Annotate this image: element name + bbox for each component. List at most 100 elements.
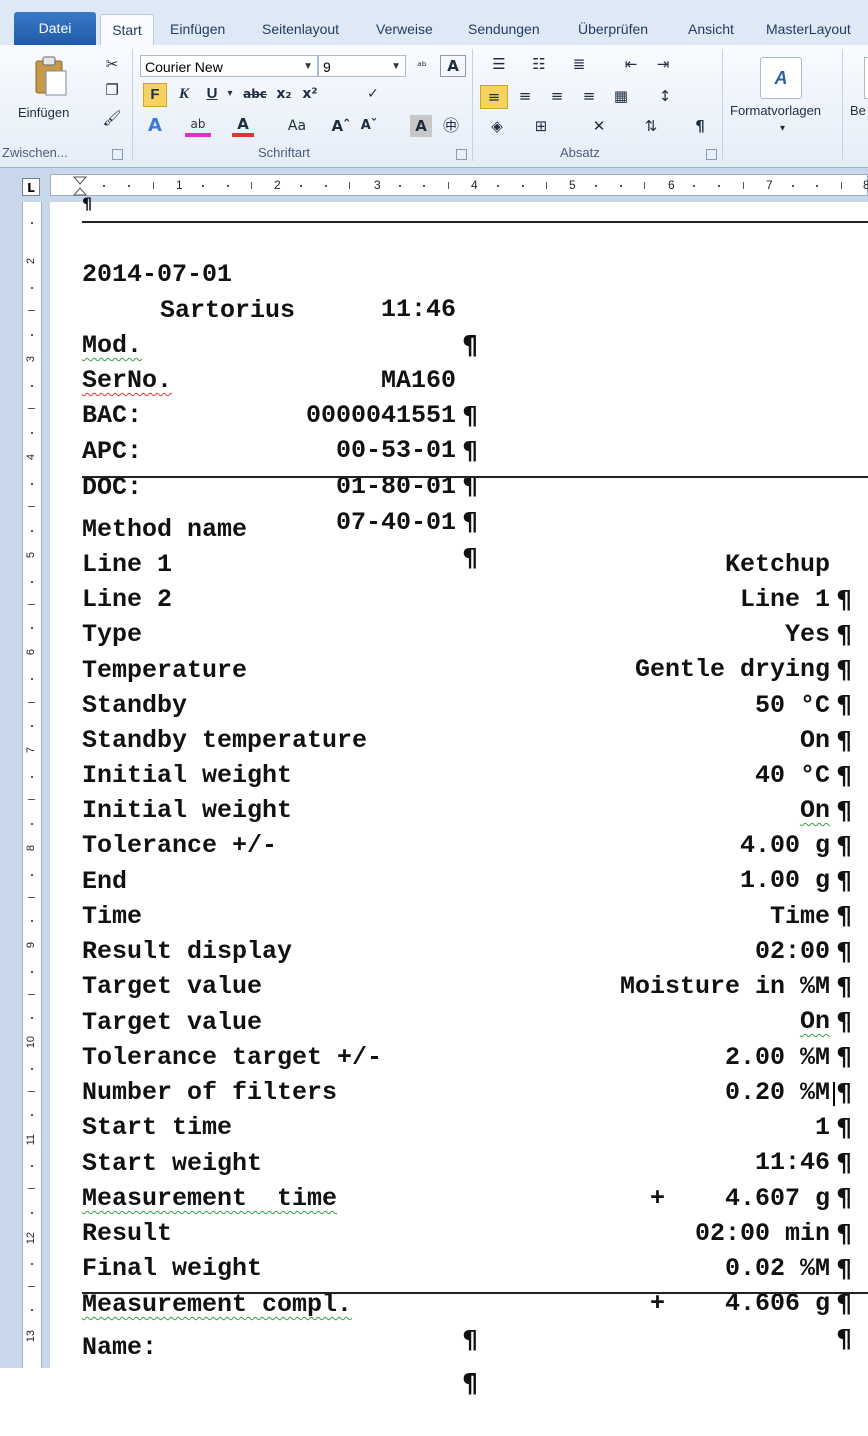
ruler-dot [325,185,327,187]
spellcheck-icon[interactable]: ✓ [360,83,386,105]
ruler-dot [31,1068,33,1070]
ruler-dot [31,823,33,825]
styles-icon[interactable]: A [760,57,802,99]
ruler-tick [841,182,842,189]
ruler-dot [31,1263,33,1265]
ruler-tick [28,506,35,507]
left-margin-strip [0,202,22,1368]
numbering-icon[interactable]: ☷ [526,53,552,75]
font-launcher-icon[interactable] [456,149,467,160]
shrink-font-button[interactable]: Aˇ [358,115,380,137]
method-row: Target value 2.00 %M ¶ [82,970,852,1107]
ruler-dot [522,185,524,187]
separator [472,49,473,161]
distributed-icon[interactable]: ▦ [608,85,634,107]
method-value: 0.02 %M [724,1254,830,1283]
font-name-combo[interactable]: Courier New ▼ [140,55,318,77]
bold-button[interactable]: F [143,83,167,107]
paragraph-mark: ¶ [836,1324,852,1353]
increase-indent-icon[interactable]: ⇥ [650,53,676,75]
tab-datei[interactable]: Datei [14,12,96,45]
paragraph-mark: ¶ [82,194,93,213]
ruler-tick [28,604,35,605]
tab-verweise[interactable]: Verweise [376,14,433,45]
styles-button[interactable]: Formatvorlagen [730,103,821,118]
font-color-icon[interactable]: A [232,115,254,137]
edit-button[interactable]: Be [850,103,866,118]
method-row: Temperature 50 °C ¶ [82,618,852,755]
method-row: Time 02:00 ¶ [82,864,852,1001]
multilevel-list-icon[interactable]: ≣ [566,53,592,75]
paragraph-launcher-icon[interactable] [706,149,717,160]
ruler-dot [595,185,597,187]
grow-font-icon[interactable]: ᵃᵇ [410,55,434,77]
line-spacing-icon[interactable]: ↕ [652,85,678,107]
paste-button[interactable] [30,53,70,97]
chevron-down-icon[interactable]: ▾ [224,83,236,105]
align-left-icon[interactable]: ≡ [480,85,508,109]
copy-icon[interactable]: ❐ [100,79,124,101]
show-formatting-button[interactable]: ¶ [690,115,710,137]
format-painter-icon[interactable]: 🖌 [100,107,124,129]
edit-icon[interactable] [864,57,868,99]
separator [132,49,133,161]
method-row: Start weight + 4.607 g ¶ [82,1111,852,1248]
align-right-icon[interactable]: ≡ [544,85,570,107]
strikethrough-button[interactable]: abc [240,83,270,105]
tab-sendungen[interactable]: Sendungen [468,14,540,45]
method-row: Final weight + 4.606 g ¶ [82,1216,852,1353]
clear-format-icon[interactable]: A [440,55,466,77]
separator [722,49,723,161]
method-row: Line 1 Line 1 ¶ [82,512,852,649]
ruler-dot [399,185,401,187]
ruler-tick [349,182,350,189]
empty-line: ¶ [82,1331,478,1398]
align-center-icon[interactable]: ≡ [512,85,538,107]
char-shading-icon[interactable]: A [410,115,432,137]
ruler-dot [31,1114,33,1116]
ruler-number: 1 [176,178,183,192]
ruler-number: 5 [569,178,576,192]
sort-icon[interactable]: ⇅ [638,115,664,137]
document-page[interactable]: ¶ 2014-07-01 11:46 ¶ Sartorius ¶ Mod. MA… [50,194,868,1398]
header-row: Mod. MA160 ¶ [82,293,478,430]
horizontal-ruler[interactable]: 1 2 3 4 5 6 7 8 [50,174,868,196]
borders-icon[interactable]: ⊞ [528,115,554,137]
tab-start[interactable]: Start [100,14,154,46]
bullets-icon[interactable]: ☰ [486,53,512,75]
italic-button[interactable]: K [174,83,194,105]
grow-font-button[interactable]: Aˆ [330,115,352,137]
cut-icon[interactable]: ✂ [100,53,124,75]
superscript-button[interactable]: x² [298,83,322,105]
tab-ansicht[interactable]: Ansicht [688,14,734,45]
ruler-dot [128,185,130,187]
chevron-down-icon[interactable]: ▾ [780,123,785,134]
subscript-button[interactable]: x₂ [272,83,296,105]
ruler-number: 11 [25,1134,37,1146]
highlight-icon[interactable]: ab [185,115,211,137]
font-size-value: 9 [323,59,331,75]
measurement-compl-line: Measurement compl. ¶ [82,1252,478,1354]
ruler-tick [28,1091,35,1092]
tab-ueberpruefen[interactable]: Überprüfen [578,14,648,45]
paste-label[interactable]: Einfügen [18,105,69,120]
underline-button[interactable]: U [202,83,222,105]
method-row: Result 0.02 %M ¶ [82,1181,852,1318]
text-effects-icon[interactable]: A [143,115,167,137]
vertical-ruler[interactable]: 2 3 4 5 6 7 8 9 10 11 12 13 [22,202,42,1368]
ruler-number: 6 [25,649,37,656]
tab-masterlayout[interactable]: MasterLayout [766,14,851,45]
tab-seitenlayout[interactable]: Seitenlayout [262,14,339,45]
ruler-tick [28,1188,35,1189]
tab-einfuegen[interactable]: Einfügen [170,14,225,45]
tab-stop-selector[interactable]: L [22,178,40,196]
ruler-tick [28,408,35,409]
enclosed-char-icon[interactable]: ㊥ [440,115,462,137]
justify-icon[interactable]: ≡ [576,85,602,107]
clipboard-launcher-icon[interactable] [112,149,123,160]
decrease-indent-icon[interactable]: ⇤ [618,53,644,75]
change-case-button[interactable]: Aa [282,115,312,137]
shading-icon[interactable]: ◈ [484,115,510,137]
asian-layout-icon[interactable]: ✕ [586,115,612,137]
font-size-combo[interactable]: 9 ▼ [318,55,406,77]
